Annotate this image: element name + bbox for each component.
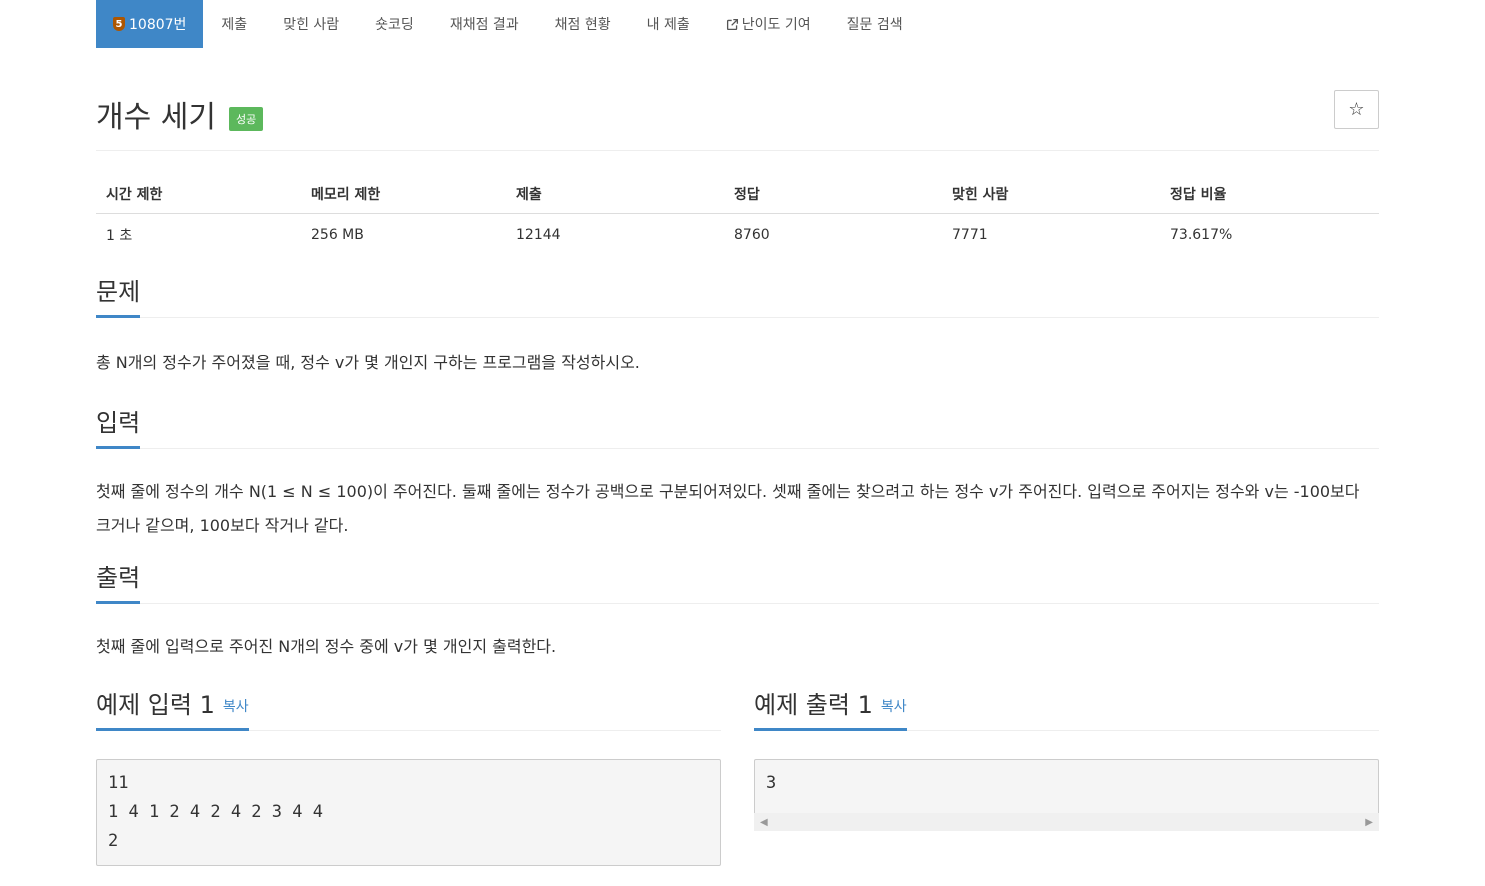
output-section: 출력 첫째 줄에 입력으로 주어진 N개의 정수 중에 v가 몇 개인지 출력한… (96, 551, 1379, 664)
stats-accepted: 8760 (734, 227, 770, 243)
sample-input-title: 예제 입력 1 (96, 691, 215, 719)
stats-memory-limit: 256 MB (311, 227, 364, 243)
problem-stats-table: 시간 제한 메모리 제한 제출 정답 맞힌 사람 정답 비율 1 초 256 M… (96, 177, 1379, 253)
sample-input: 예제 입력 1 복사 11 1 4 1 2 4 2 4 2 3 4 4 2 (96, 682, 721, 866)
stats-header-submissions: 제출 (506, 177, 724, 214)
stats-time-limit: 1 초 (106, 228, 133, 244)
scroll-left-icon[interactable]: ◀ (760, 817, 768, 828)
sample-output-title: 예제 출력 1 (754, 691, 873, 719)
nav-submit[interactable]: 제출 (203, 0, 265, 48)
sample-input-heading: 예제 입력 1 복사 (96, 685, 249, 731)
nav-solved-users[interactable]: 맞힌 사람 (265, 0, 357, 48)
problem-header: 개수 세기 성공 ☆ (96, 90, 1379, 151)
problem-section-header: 문제 (96, 278, 1379, 318)
input-description: 첫째 줄에 정수의 개수 N(1 ≤ N ≤ 100)이 주어진다. 둘째 줄에… (96, 482, 1360, 535)
stats-value-row: 1 초 256 MB 12144 8760 7771 73.617% (96, 214, 1379, 254)
stats-header-accepted: 정답 (724, 177, 942, 214)
sample-input-header: 예제 입력 1 복사 (96, 682, 721, 731)
sample-output-heading: 예제 출력 1 복사 (754, 685, 907, 731)
stats-solved-users: 7771 (952, 227, 988, 243)
copy-sample-input-button[interactable]: 복사 (223, 699, 249, 715)
problem-title: 개수 세기 (96, 100, 216, 135)
nav-difficulty-contribution-label: 난이도 기여 (741, 17, 811, 33)
input-section-title: 입력 (96, 403, 141, 449)
nav-problem-id-label: 10807번 (129, 17, 187, 33)
copy-sample-output-button[interactable]: 복사 (881, 699, 907, 715)
stats-submissions: 12144 (516, 227, 561, 243)
input-section: 입력 첫째 줄에 정수의 개수 N(1 ≤ N ≤ 100)이 주어진다. 둘째… (96, 392, 1379, 543)
nav-difficulty-contribution[interactable]: 난이도 기여 (708, 0, 829, 48)
stats-accept-ratio: 73.617% (1170, 227, 1233, 243)
sample-output-box: 3 ◀ ▶ (754, 759, 1379, 831)
star-icon: ☆ (1348, 99, 1365, 120)
output-description: 첫째 줄에 입력으로 주어진 N개의 정수 중에 v가 몇 개인지 출력한다. (96, 637, 557, 656)
problem-section-title: 문제 (96, 272, 141, 318)
nav-status[interactable]: 채점 현황 (537, 0, 629, 48)
nav-rejudge-results[interactable]: 재채점 결과 (432, 0, 537, 48)
problem-section: 문제 총 N개의 정수가 주어졌을 때, 정수 v가 몇 개인지 구하는 프로그… (96, 278, 1379, 380)
external-link-icon (726, 18, 738, 30)
nav-my-submissions[interactable]: 내 제출 (629, 0, 708, 48)
favorite-button[interactable]: ☆ (1334, 90, 1379, 129)
output-section-header: 출력 (96, 551, 1379, 604)
samples-row: 예제 입력 1 복사 11 1 4 1 2 4 2 4 2 3 4 4 2 예제 … (96, 682, 1379, 866)
tier-icon: 5 (113, 17, 125, 31)
stats-header-row: 시간 제한 메모리 제한 제출 정답 맞힌 사람 정답 비율 (96, 177, 1379, 214)
status-badge: 성공 (229, 107, 264, 131)
stats-header-memory-limit: 메모리 제한 (301, 177, 506, 214)
scroll-right-icon[interactable]: ▶ (1365, 817, 1373, 828)
sample-input-code[interactable]: 11 1 4 1 2 4 2 4 2 3 4 4 2 (96, 759, 721, 866)
input-section-header: 입력 (96, 392, 1379, 449)
stats-header-accept-ratio: 정답 비율 (1160, 177, 1379, 214)
problem-description: 총 N개의 정수가 주어졌을 때, 정수 v가 몇 개인지 구하는 프로그램을 … (96, 353, 640, 372)
problem-nav: 5 10807번 제출 맞힌 사람 숏코딩 재채점 결과 채점 현황 내 제출 … (96, 0, 1379, 48)
sample-output-header: 예제 출력 1 복사 (754, 682, 1379, 731)
page-container: 5 10807번 제출 맞힌 사람 숏코딩 재채점 결과 채점 현황 내 제출 … (96, 0, 1379, 866)
nav-question-search[interactable]: 질문 검색 (829, 0, 921, 48)
nav-problem-id[interactable]: 5 10807번 (96, 0, 204, 48)
horizontal-scrollbar[interactable]: ◀ ▶ (754, 813, 1379, 831)
stats-header-solved-users: 맞힌 사람 (942, 177, 1160, 214)
stats-header-time-limit: 시간 제한 (96, 177, 301, 214)
sample-output: 예제 출력 1 복사 3 ◀ ▶ (754, 682, 1379, 866)
output-section-title: 출력 (96, 558, 141, 604)
nav-short-coding[interactable]: 숏코딩 (357, 0, 432, 48)
